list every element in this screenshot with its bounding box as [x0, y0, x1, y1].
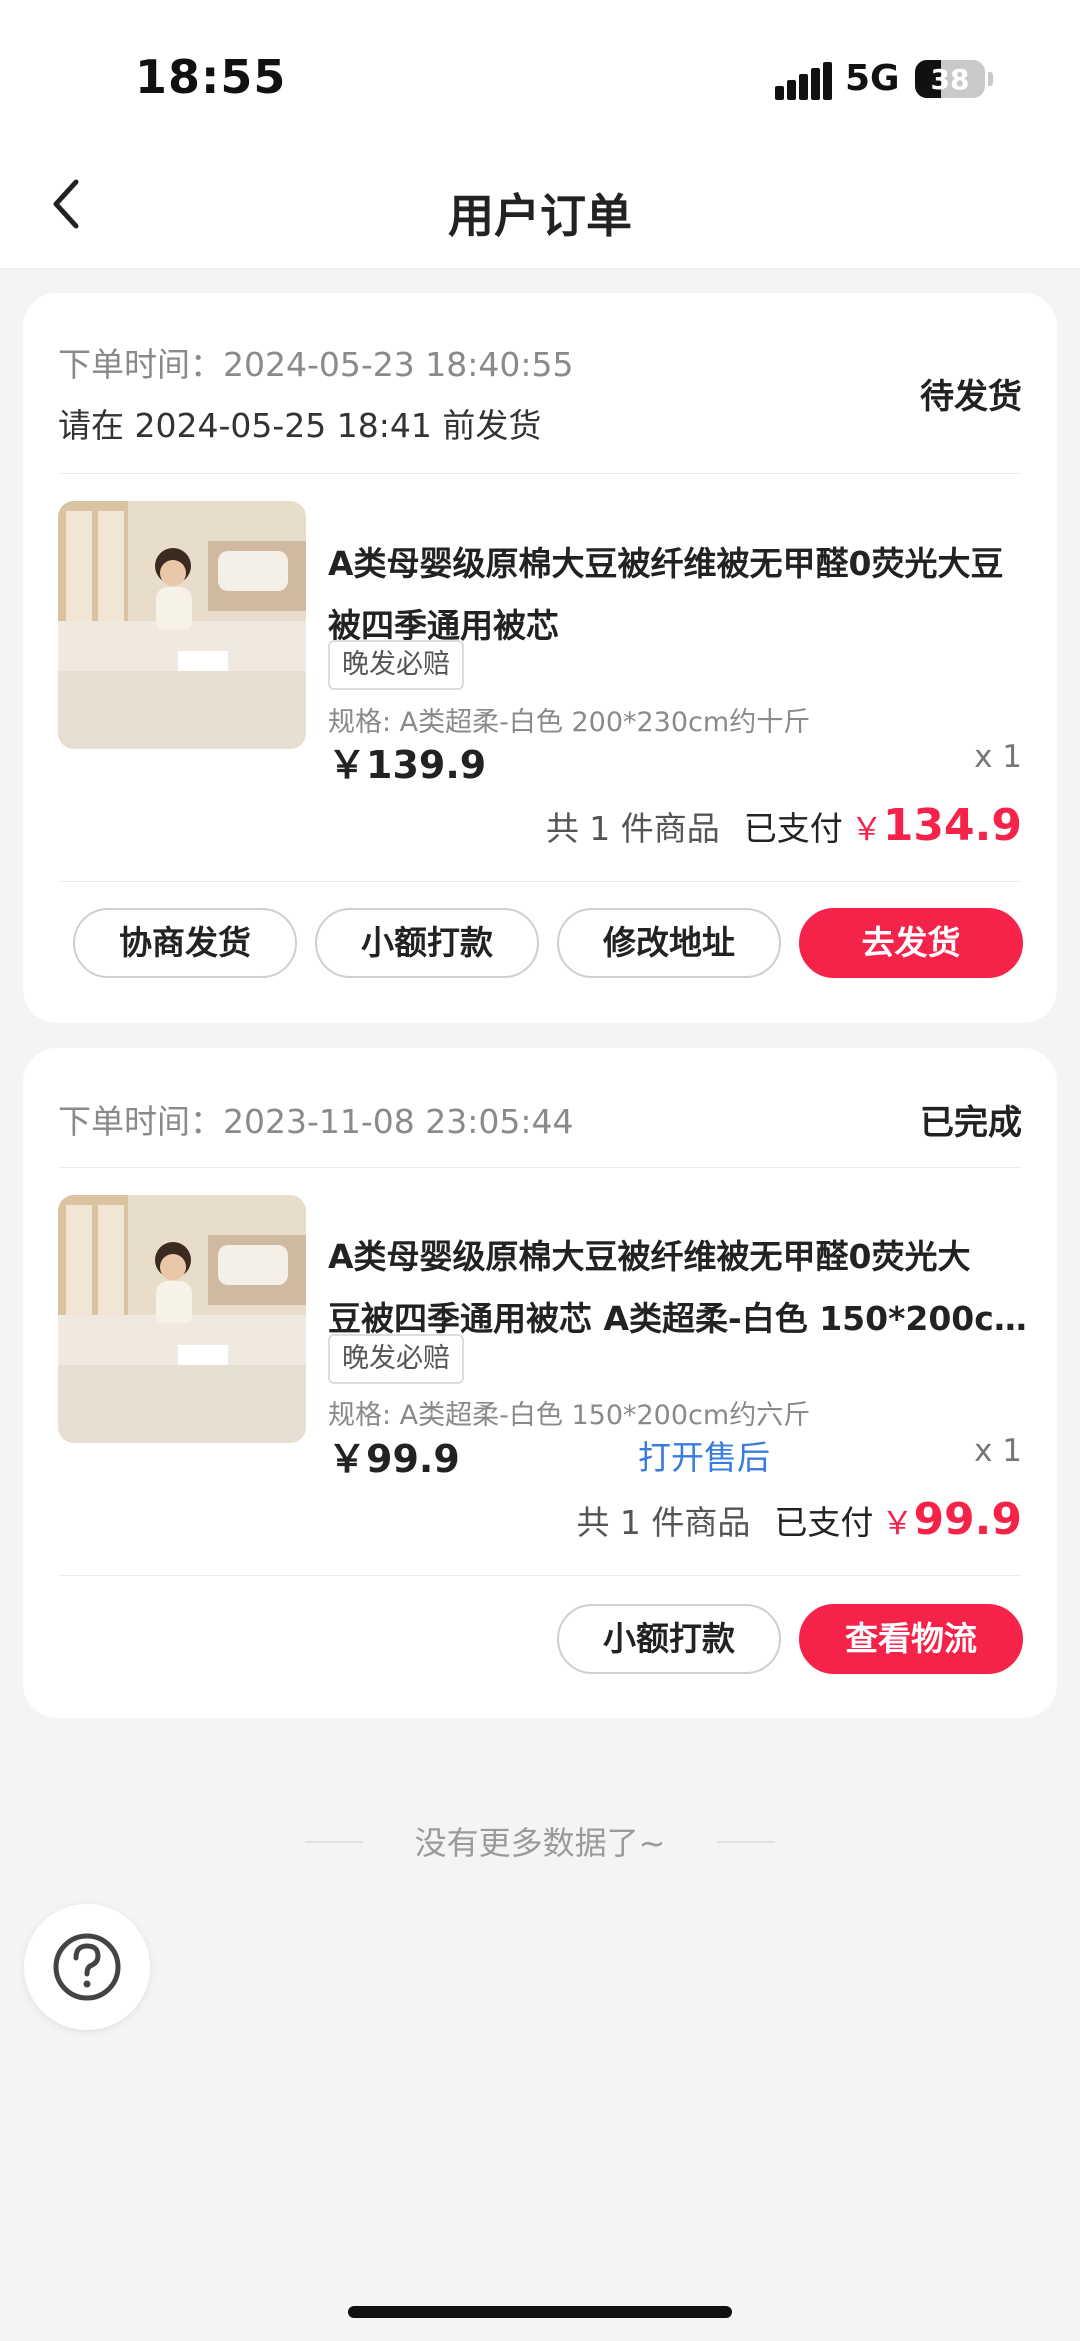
status-bar: 18:55 5G 38: [0, 0, 1080, 150]
page-title: 用户订单: [448, 189, 632, 243]
paid-label: 已支付: [743, 809, 843, 848]
paid-amount: 134.9: [882, 800, 1022, 851]
product-spec: 规格: A类超柔-白色 150*200cm约六斤: [328, 1400, 811, 1431]
item-count: 共 1 件商品: [545, 809, 720, 848]
ship-now-button[interactable]: 去发货: [799, 908, 1023, 978]
view-logistics-button[interactable]: 查看物流: [799, 1604, 1023, 1674]
product-name[interactable]: A类母婴级原棉大豆被纤维被无甲醛0荧光大豆被四季通用被芯: [328, 533, 1028, 657]
product-name-line1[interactable]: A类母婴级原棉大豆被纤维被无甲醛0荧光大: [328, 1226, 1028, 1288]
signal-icon: [775, 60, 833, 100]
product-thumbnail[interactable]: [58, 501, 306, 749]
late-compensation-badge: 晚发必赔: [328, 640, 464, 690]
order-time: 下单时间：2023-11-08 23:05:44: [58, 1102, 574, 1141]
help-button[interactable]: [24, 1904, 150, 2030]
order-card: 下单时间：2023-11-08 23:05:44 已完成 A类母婴级原棉大豆被纤…: [23, 1048, 1057, 1718]
nav-bar: 用户订单: [0, 150, 1080, 269]
home-indicator: [348, 2306, 732, 2318]
edit-address-button[interactable]: 修改地址: [557, 908, 781, 978]
currency-symbol: ￥: [850, 810, 883, 848]
small-payment-button[interactable]: 小额打款: [315, 908, 539, 978]
open-aftersale-link[interactable]: 打开售后: [638, 1431, 770, 1479]
small-payment-button[interactable]: 小额打款: [557, 1604, 781, 1674]
ship-deadline: 请在 2024-05-25 18:41 前发货: [58, 406, 542, 445]
status-time: 18:55: [135, 50, 287, 104]
battery-icon: 38: [915, 60, 985, 98]
order-summary: 共 1 件商品 已支付 ￥134.9: [546, 800, 1022, 851]
paid-label: 已支付: [774, 1503, 874, 1542]
late-compensation-badge: 晚发必赔: [328, 1334, 464, 1384]
network-type: 5G: [845, 58, 900, 99]
currency-symbol: ￥: [881, 1504, 914, 1542]
order-time: 下单时间：2024-05-23 18:40:55: [58, 345, 574, 384]
order-card: 下单时间：2024-05-23 18:40:55 请在 2024-05-25 1…: [23, 293, 1057, 1023]
item-count: 共 1 件商品: [576, 1503, 751, 1542]
order-status: 已完成: [920, 1103, 1022, 1143]
product-price: ￥99.9: [328, 1437, 460, 1481]
product-price: ￥139.9: [328, 743, 487, 787]
no-more-data-text: 没有更多数据了~: [414, 1824, 666, 1862]
battery-level: 38: [930, 63, 970, 96]
product-quantity: x 1: [974, 739, 1022, 775]
order-status: 待发货: [920, 377, 1022, 417]
product-quantity: x 1: [974, 1433, 1022, 1469]
product-thumbnail[interactable]: [58, 1195, 306, 1443]
order-summary: 共 1 件商品 已支付 ￥99.9: [576, 1494, 1022, 1545]
negotiate-shipping-button[interactable]: 协商发货: [73, 908, 297, 978]
question-circle-icon: [53, 1933, 121, 2001]
paid-amount: 99.9: [913, 1494, 1022, 1545]
